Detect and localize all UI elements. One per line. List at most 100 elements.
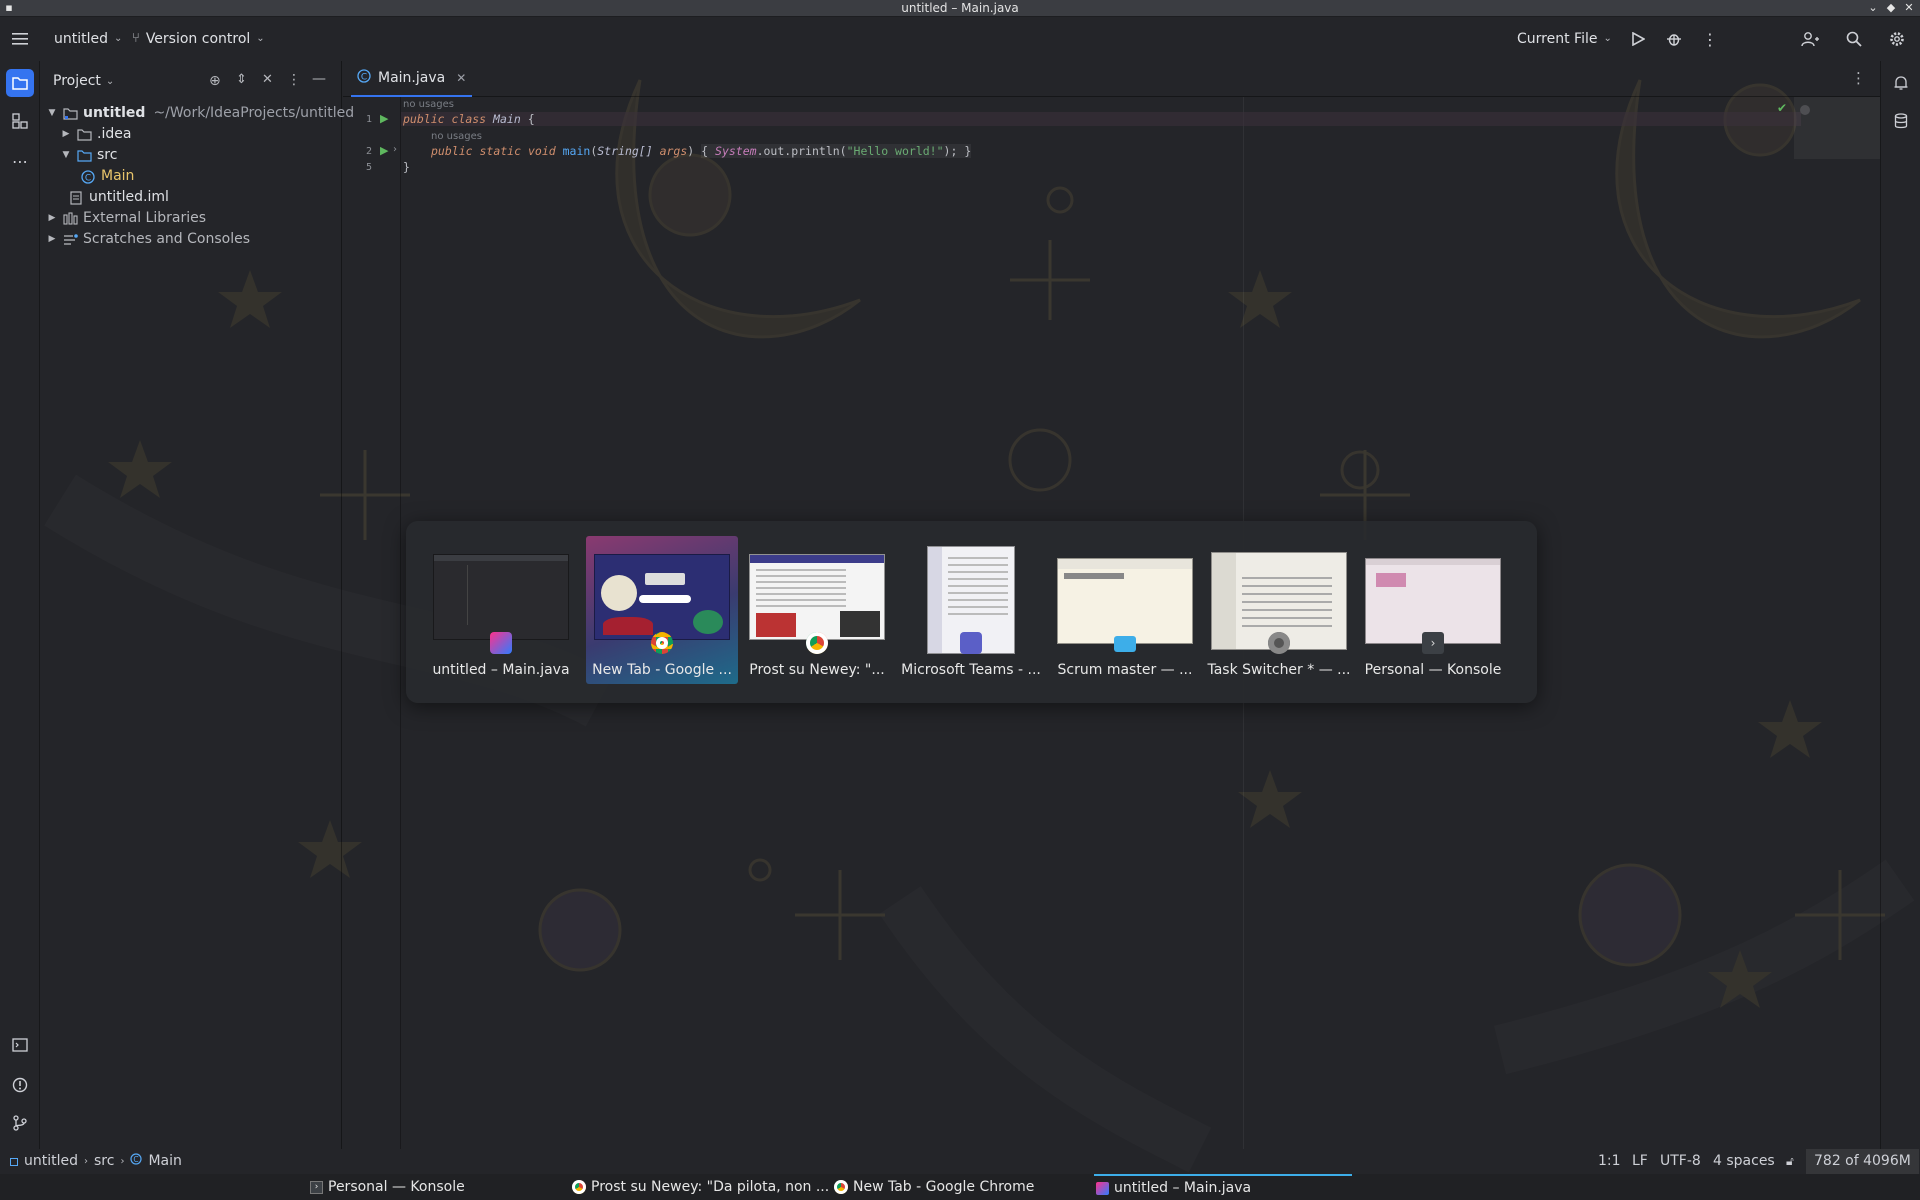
window-menu-icon[interactable]: ▪ (2, 1, 16, 15)
tree-item-idea[interactable]: ▶ .idea (59, 124, 132, 145)
intellij-icon (1096, 1181, 1109, 1195)
file-encoding[interactable]: UTF-8 (1660, 1149, 1701, 1174)
close-tab-icon[interactable]: ✕ (456, 71, 466, 85)
project-switcher-label: untitled (54, 31, 109, 47)
breadcrumb-item[interactable]: Main (148, 1149, 181, 1174)
switcher-window-label: Microsoft Teams - ... (901, 662, 1041, 678)
switcher-window-label: Prost su Newey: "... (749, 662, 885, 678)
tree-item-untitled[interactable]: ▼ untitled ~/Work/IdeaProjects/untitled (45, 103, 355, 124)
tree-item-label: Scratches and Consoles (83, 231, 250, 247)
more-tools-icon[interactable]: ⋯ (6, 147, 34, 175)
chevron-right-icon: › (84, 1156, 89, 1167)
maximize-icon[interactable]: ◆ (1884, 1, 1898, 15)
expand-all-icon[interactable]: ⇕ (236, 72, 247, 87)
indent-setting[interactable]: 4 spaces (1713, 1149, 1775, 1174)
hamburger-menu-icon[interactable] (9, 28, 31, 50)
window-thumbnail (749, 554, 885, 640)
tree-item-iml[interactable]: untitled.iml (65, 187, 169, 208)
notifications-bell-icon[interactable] (1887, 69, 1915, 97)
debug-icon[interactable] (1663, 28, 1685, 50)
chevron-down-icon: ▼ (62, 150, 70, 160)
taskbar-item-konsole[interactable]: › Personal — Konsole (310, 1174, 465, 1200)
switcher-window-chrome-prost[interactable]: Prost su Newey: "... (741, 536, 893, 684)
structure-icon[interactable] (6, 107, 34, 135)
git-icon[interactable] (6, 1109, 34, 1137)
code-line-2[interactable]: public static void main(String[] args) {… (431, 144, 972, 158)
locate-file-icon[interactable]: ⊕ (209, 73, 221, 89)
run-icon[interactable] (1627, 28, 1649, 50)
memory-indicator[interactable]: 782 of 4096M (1806, 1149, 1919, 1174)
tree-item-main[interactable]: C Main (77, 166, 134, 187)
more-actions-icon[interactable]: ⋮ (1699, 28, 1721, 50)
chrome-icon (572, 1180, 586, 1194)
breadcrumb-item[interactable]: src (94, 1149, 114, 1174)
line-number: 5 (365, 162, 372, 173)
tree-item-path: ~/Work/IdeaProjects/untitled (153, 105, 355, 121)
close-icon[interactable]: ✕ (1902, 1, 1916, 15)
switcher-window-label: Task Switcher * — ... (1207, 662, 1351, 678)
svg-text:C: C (85, 173, 91, 183)
run-gutter-icon[interactable]: ▶ (380, 144, 388, 157)
project-switcher[interactable]: untitled ⌄ (54, 17, 122, 61)
chevron-right-icon: ▶ (48, 234, 56, 244)
switcher-window-task-switcher[interactable]: Task Switcher * — ... (1203, 536, 1355, 684)
switcher-window-intellij[interactable]: untitled – Main.java (425, 536, 577, 684)
tree-item-src[interactable]: ▼ src (59, 145, 118, 166)
minimize-icon[interactable]: ⌄ (1866, 1, 1880, 15)
chrome-icon (806, 632, 828, 654)
hide-panel-icon[interactable]: — (312, 71, 326, 87)
run-config-selector[interactable]: Current File ⌄ (1517, 17, 1612, 61)
project-panel: Project ⌄ ⊕ ⇕ ✕ ⋮ — ▼ untitled ~/Work/Id… (40, 61, 354, 1149)
switcher-window-chrome-newtab[interactable]: New Tab - Google ... (586, 536, 738, 684)
taskbar-item-chrome-prost[interactable]: Prost su Newey: "Da pilota, non ... (572, 1174, 829, 1200)
options-icon[interactable]: ⋮ (287, 72, 301, 88)
settings-gear-icon[interactable] (1886, 28, 1908, 50)
tree-item-label: .idea (97, 126, 132, 142)
terminal-icon[interactable] (6, 1031, 34, 1059)
no-problems-check-icon[interactable]: ✔ (1777, 101, 1787, 115)
editor-gutter (343, 97, 401, 1149)
switcher-window-teams[interactable]: Microsoft Teams - ... (895, 536, 1047, 684)
editor-options-icon[interactable]: ⋮ (1851, 69, 1866, 87)
tree-item-label: External Libraries (83, 210, 206, 226)
task-switcher: untitled – Main.java New Tab - Google ..… (406, 521, 1537, 703)
taskbar-item-chrome-newtab[interactable]: New Tab - Google Chrome (834, 1174, 1034, 1200)
read-only-lock-icon[interactable]: 🔓︎ (1786, 1149, 1794, 1174)
problems-icon[interactable] (6, 1071, 34, 1099)
line-separator[interactable]: LF (1632, 1149, 1648, 1174)
editor-tab-bar: C Main.java ✕ ⋮ (343, 61, 1880, 97)
project-view-selector[interactable]: Project ⌄ (53, 71, 114, 92)
run-gutter-icon[interactable]: ▶ (380, 112, 388, 125)
window-title: untitled – Main.java (901, 1, 1019, 15)
tree-item-scratches[interactable]: ▶ Scratches and Consoles (45, 229, 250, 250)
chevron-down-icon: ⌄ (114, 33, 123, 44)
java-class-icon: C (130, 1149, 143, 1174)
taskbar-item-intellij[interactable]: untitled – Main.java (1094, 1174, 1352, 1200)
tab-label: Main.java (378, 70, 446, 86)
breadcrumb-item[interactable]: untitled (24, 1149, 78, 1174)
switcher-window-dolphin[interactable]: Scrum master — ... (1049, 536, 1201, 684)
caret-position[interactable]: 1:1 (1598, 1149, 1621, 1174)
tab-main-java[interactable]: C Main.java ✕ (351, 61, 473, 97)
switcher-window-konsole[interactable]: › Personal — Konsole (1357, 536, 1509, 684)
svg-text:C: C (134, 1155, 139, 1164)
database-icon[interactable] (1887, 107, 1915, 135)
collapse-all-icon[interactable]: ✕ (262, 72, 273, 87)
chrome-icon (834, 1180, 848, 1194)
minimap[interactable] (1794, 97, 1880, 159)
tree-item-external-libraries[interactable]: ▶ External Libraries (45, 208, 206, 229)
add-user-icon[interactable] (1799, 28, 1821, 50)
search-icon[interactable] (1843, 28, 1865, 50)
code-line-3[interactable]: } (403, 160, 410, 174)
chevron-down-icon: ▼ (48, 108, 56, 118)
project-folder-icon[interactable] (6, 69, 34, 97)
code-line-1[interactable]: public class Main { (403, 112, 535, 126)
chrome-icon (651, 632, 673, 654)
vcs-menu[interactable]: ⑂ Version control ⌄ (132, 17, 265, 61)
usages-hint: no usages (403, 99, 455, 110)
right-tool-strip (1880, 61, 1920, 1149)
svg-text:C: C (361, 73, 367, 83)
intellij-icon (490, 632, 512, 654)
switcher-window-label: Personal — Konsole (1364, 662, 1502, 678)
fold-icon[interactable]: › (393, 144, 397, 155)
